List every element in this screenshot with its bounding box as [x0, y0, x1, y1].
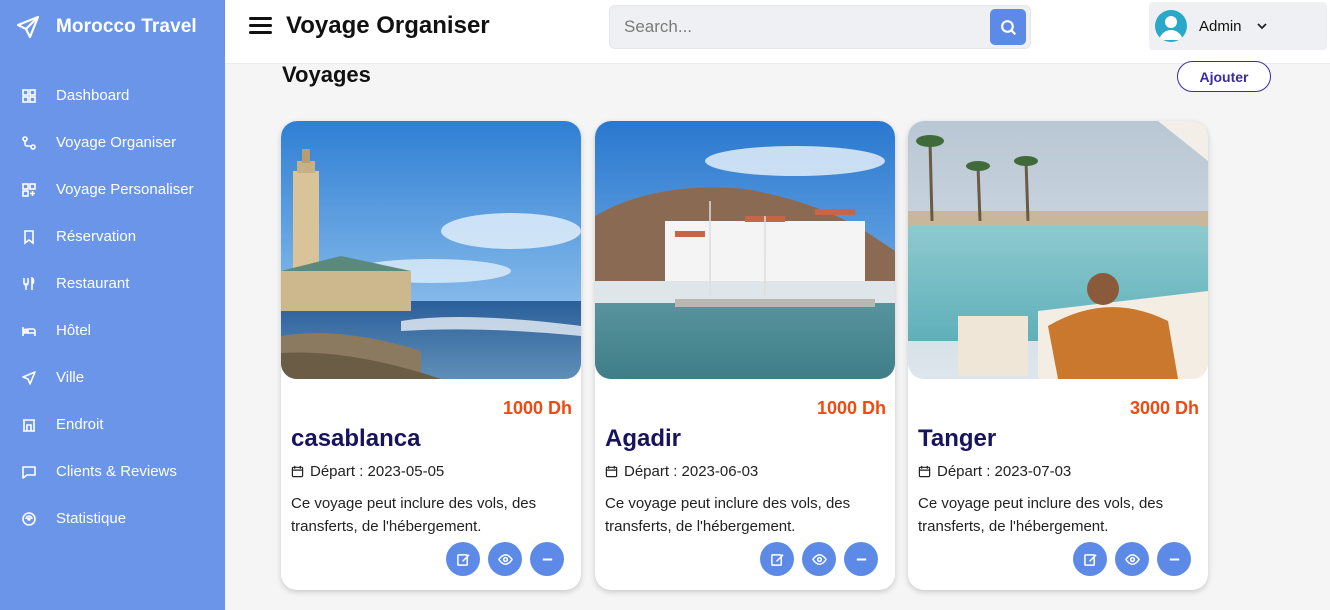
minus-icon [542, 557, 552, 561]
card-actions [438, 542, 564, 576]
avatar [1155, 10, 1187, 42]
sidebar-item-reservation[interactable]: Réservation [0, 213, 225, 260]
route-icon [20, 134, 37, 151]
add-button[interactable]: Ajouter [1177, 61, 1271, 92]
minus-icon [856, 557, 866, 561]
brand[interactable]: Morocco Travel [0, 0, 225, 54]
calendar-icon [918, 465, 931, 478]
sidebar-item-label: Endroit [56, 416, 104, 433]
calendar-icon [605, 465, 618, 478]
grid-plus-icon [20, 181, 37, 198]
edit-icon [770, 553, 784, 566]
card-actions [1065, 542, 1191, 576]
sidebar-item-clients-reviews[interactable]: Clients & Reviews [0, 448, 225, 495]
hamburger-line [249, 31, 272, 34]
search-bar [609, 5, 1031, 49]
bed-icon [20, 322, 37, 339]
chart-icon [20, 510, 37, 527]
user-name: Admin [1199, 17, 1242, 35]
eye-icon [811, 553, 827, 565]
voyage-date-text: Départ : 2023-07-03 [937, 463, 1072, 480]
sidebar-item-restaurant[interactable]: Restaurant [0, 260, 225, 307]
grid-icon [20, 87, 37, 104]
voyage-date: Départ : 2023-07-03 [918, 463, 1071, 480]
sidebar-item-statistique[interactable]: Statistique [0, 495, 225, 542]
sidebar-item-label: Restaurant [56, 275, 130, 292]
voyage-image [908, 121, 1208, 379]
voyage-city: casablanca [291, 425, 421, 452]
voyage-date-text: Départ : 2023-05-05 [310, 463, 445, 480]
page-title: Voyage Organiser [286, 12, 490, 39]
search-icon [1000, 19, 1016, 35]
minus-icon [1169, 557, 1179, 561]
delete-button[interactable] [530, 542, 564, 576]
hamburger-line [249, 17, 272, 20]
sidebar-item-label: Statistique [56, 510, 127, 527]
sidebar-nav: Dashboard Voyage Organiser Voyage Person… [0, 72, 225, 542]
voyage-card: 1000 Dh Agadir Départ : 2023-06-03 Ce vo… [595, 121, 895, 590]
voyage-date-text: Départ : 2023-06-03 [624, 463, 759, 480]
hamburger-line [249, 24, 272, 27]
section-title: Voyages [282, 62, 371, 87]
sidebar-item-dashboard[interactable]: Dashboard [0, 72, 225, 119]
edit-icon [456, 553, 470, 566]
delete-button[interactable] [844, 542, 878, 576]
delete-button[interactable] [1157, 542, 1191, 576]
eye-icon [497, 553, 513, 565]
voyage-image [595, 121, 895, 379]
sidebar: Morocco Travel Dashboard Voyage Organise… [0, 0, 225, 610]
send-icon [20, 369, 37, 386]
sidebar-item-label: Réservation [56, 228, 137, 245]
brand-name: Morocco Travel [56, 16, 197, 37]
edit-icon [1083, 553, 1097, 566]
bookmark-icon [20, 228, 37, 245]
voyage-image [281, 121, 581, 379]
utensils-icon [20, 275, 37, 292]
voyage-card: 1000 Dh casablanca Départ : 2023-05-05 C… [281, 121, 581, 590]
sidebar-item-label: Hôtel [56, 322, 92, 339]
voyage-date: Départ : 2023-06-03 [605, 463, 758, 480]
building-icon [20, 416, 37, 433]
search-input[interactable] [610, 6, 986, 48]
calendar-icon [291, 465, 304, 478]
voyage-city: Tanger [918, 425, 997, 452]
search-button[interactable] [990, 9, 1026, 45]
sidebar-item-ville[interactable]: Ville [0, 354, 225, 401]
sidebar-item-voyage-personaliser[interactable]: Voyage Personaliser [0, 166, 225, 213]
edit-button[interactable] [446, 542, 480, 576]
chevron-down-icon [1256, 23, 1267, 30]
sidebar-item-endroit[interactable]: Endroit [0, 401, 225, 448]
eye-icon [1124, 553, 1140, 565]
voyage-description: Ce voyage peut inclure des vols, des tra… [291, 495, 537, 535]
menu-toggle-button[interactable] [249, 17, 272, 37]
sidebar-item-label: Voyage Personaliser [56, 181, 194, 198]
sidebar-item-voyage-organiser[interactable]: Voyage Organiser [0, 119, 225, 166]
sidebar-item-label: Clients & Reviews [56, 463, 177, 480]
view-button[interactable] [1115, 542, 1149, 576]
view-button[interactable] [802, 542, 836, 576]
edit-button[interactable] [760, 542, 794, 576]
voyage-price: 1000 Dh [502, 398, 572, 418]
sidebar-item-label: Ville [56, 369, 85, 386]
sidebar-item-hotel[interactable]: Hôtel [0, 307, 225, 354]
user-icon [1159, 16, 1183, 40]
voyage-date: Départ : 2023-05-05 [291, 463, 444, 480]
voyage-price: 3000 Dh [1129, 398, 1199, 418]
voyage-price: 1000 Dh [816, 398, 886, 418]
voyage-city: Agadir [605, 425, 682, 452]
voyage-card: 3000 Dh Tanger Départ : 2023-07-03 Ce vo… [908, 121, 1208, 590]
sidebar-item-label: Voyage Organiser [56, 134, 177, 151]
edit-button[interactable] [1073, 542, 1107, 576]
sidebar-item-label: Dashboard [56, 87, 130, 104]
card-actions [752, 542, 878, 576]
chat-icon [20, 463, 37, 480]
paper-plane-icon [16, 15, 40, 39]
voyage-description: Ce voyage peut inclure des vols, des tra… [918, 495, 1164, 535]
voyage-description: Ce voyage peut inclure des vols, des tra… [605, 495, 851, 535]
user-menu[interactable]: Admin [1149, 2, 1327, 50]
top-bar: Voyage Organiser Admin [225, 0, 1330, 64]
view-button[interactable] [488, 542, 522, 576]
